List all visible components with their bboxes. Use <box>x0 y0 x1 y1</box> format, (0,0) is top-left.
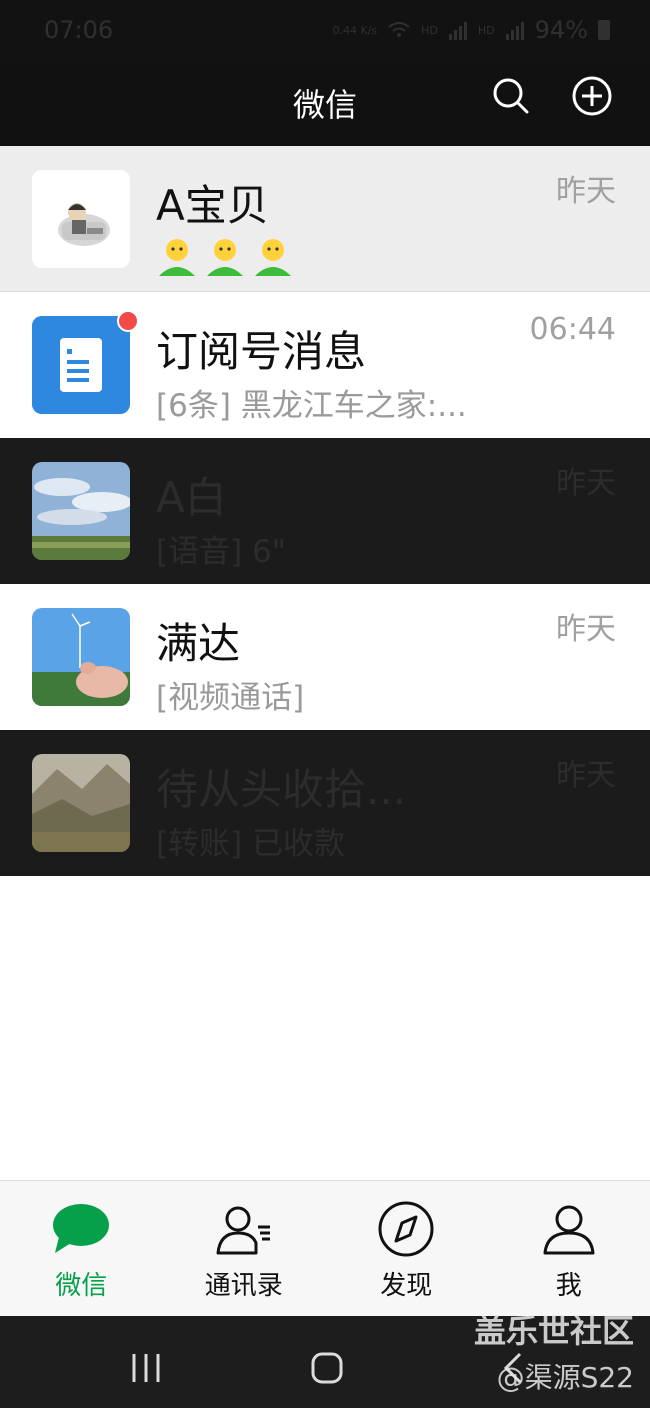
chat-time: 昨天 <box>556 758 616 793</box>
emoji-person-icon <box>207 239 243 276</box>
bottom-tab-bar: 微信 通讯录 发现 我 <box>0 1180 650 1316</box>
top-bar: 微信 <box>0 62 650 146</box>
net-speed: 0.44 K/s <box>332 23 378 37</box>
unread-dot <box>117 310 139 332</box>
battery-percent: 94% <box>534 16 588 44</box>
chat-time: 昨天 <box>556 466 616 501</box>
signal-icon-2 <box>505 22 524 40</box>
add-icon[interactable] <box>572 76 612 116</box>
avatar <box>32 316 130 414</box>
sky-landscape-photo <box>32 462 130 560</box>
emoji-preview <box>156 236 294 278</box>
status-icons: 0.44 K/s HD HD 94% <box>333 16 610 44</box>
tab-contacts[interactable]: 通讯录 <box>163 1181 326 1316</box>
avatar <box>32 170 130 268</box>
chat-row-manda[interactable]: 满达 [视频通话] 昨天 <box>0 584 650 730</box>
chat-row-a-baobei[interactable]: A宝贝 昨天 <box>0 146 650 292</box>
emoji-person-icon <box>159 239 195 276</box>
home-icon[interactable] <box>307 1348 347 1388</box>
status-bar: 07:06 0.44 K/s HD HD 94% <box>0 0 650 62</box>
profile-icon <box>543 1205 595 1255</box>
chat-preview: [视频通话] <box>156 680 305 716</box>
tab-label: 我 <box>555 1271 582 1301</box>
tab-discover[interactable]: 发现 <box>325 1181 488 1316</box>
wifi-icon <box>388 22 410 37</box>
battery-icon <box>598 20 610 40</box>
chat-list: A宝贝 昨天 订阅号消息 [6条] 黑龙江车之家:... 06:44 A白 [语… <box>0 146 650 876</box>
tab-label: 通讯录 <box>204 1271 283 1301</box>
tab-chats[interactable]: 微信 <box>0 1181 163 1316</box>
recent-apps-icon[interactable] <box>126 1348 166 1388</box>
tab-label: 发现 <box>380 1271 433 1301</box>
chat-time: 昨天 <box>556 612 616 647</box>
contacts-icon <box>216 1206 270 1255</box>
avatar <box>32 754 130 852</box>
hd-badge-1: HD <box>421 23 438 37</box>
chat-name: A宝贝 <box>156 181 269 230</box>
emoji-person-icon <box>255 239 291 276</box>
tab-me[interactable]: 我 <box>488 1181 650 1316</box>
hd-badge-2: HD <box>477 23 495 37</box>
chat-bubble-icon <box>53 1204 110 1253</box>
chat-time: 昨天 <box>556 174 616 209</box>
chat-preview: [转账] 已收款 <box>156 826 346 862</box>
chat-name: A白 <box>156 473 227 522</box>
chat-preview: [语音] 6" <box>156 534 287 570</box>
tab-label: 微信 <box>55 1271 108 1301</box>
watermark-line-2: @渠源S22 <box>496 1361 634 1394</box>
avatar <box>32 608 130 706</box>
chat-time: 06:44 <box>529 312 616 347</box>
page-title: 微信 <box>292 86 357 124</box>
signal-icon <box>448 22 467 40</box>
chat-name: 待从头收拾... <box>156 765 407 814</box>
avatar <box>32 462 130 560</box>
chat-name: 订阅号消息 <box>156 327 367 376</box>
chat-preview: [6条] 黑龙江车之家:... <box>156 388 467 424</box>
cartoon-avatar-icon <box>32 170 130 268</box>
chat-row-a-bai[interactable]: A白 [语音] 6" 昨天 <box>0 438 650 584</box>
windmill-hand-photo <box>32 608 130 706</box>
watermark-line-1: 盖乐世社区 <box>473 1312 634 1350</box>
chat-name: 满达 <box>156 619 241 668</box>
document-icon <box>32 316 130 414</box>
chat-row-dai-cong-tou[interactable]: 待从头收拾... [转账] 已收款 昨天 <box>0 730 650 876</box>
mountain-photo <box>32 754 130 852</box>
search-icon[interactable] <box>491 76 531 116</box>
compass-icon <box>378 1201 434 1257</box>
status-time: 07:06 <box>44 16 114 44</box>
watermark: 盖乐世社区 @渠源S22 <box>474 1306 634 1396</box>
chat-row-subscriptions[interactable]: 订阅号消息 [6条] 黑龙江车之家:... 06:44 <box>0 292 650 438</box>
